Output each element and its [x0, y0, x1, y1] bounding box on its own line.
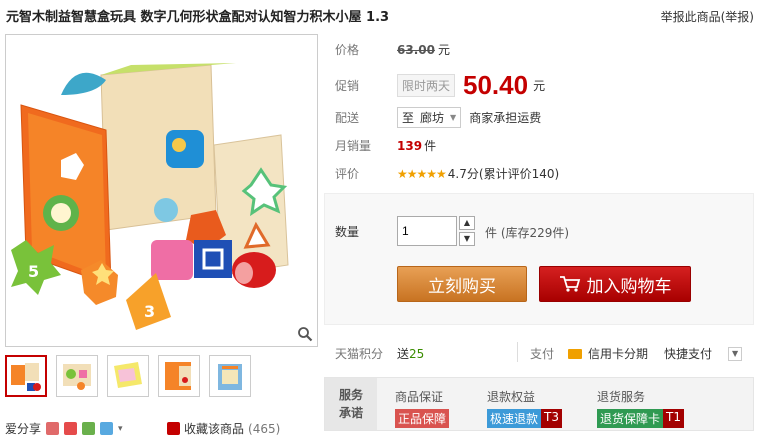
delivery-note: 商家承担运费: [469, 111, 542, 125]
thumbnail-image: [114, 362, 142, 388]
favorite-link[interactable]: 收藏该商品 (465): [167, 420, 280, 436]
promo-tag: 限时两天: [397, 74, 456, 97]
promo-price: 50.40: [463, 70, 529, 100]
favorite-label: 收藏该商品: [184, 422, 245, 436]
share-tsina-icon[interactable]: [64, 422, 78, 435]
stock-info: (库存229件): [500, 226, 570, 240]
quantity-decrease-button[interactable]: ▼: [459, 232, 475, 246]
points-prefix: 送: [397, 347, 410, 361]
points-value: 25: [409, 346, 425, 361]
promo-currency: 元: [533, 79, 546, 93]
favorite-icon: [167, 422, 180, 435]
points-row: 天猫积分 送 25: [335, 345, 424, 362]
delivery-location: 廊坊: [420, 111, 445, 125]
thumbnail-3[interactable]: [107, 355, 149, 397]
service-tag: 正品保障: [395, 409, 450, 428]
favorite-count: (465): [248, 421, 281, 436]
service-item-return[interactable]: 退货服务 退货保障卡 T1: [597, 388, 684, 428]
price-currency: 元: [437, 43, 450, 57]
service-heading-line2: 承诺: [338, 406, 363, 420]
rating-label: 评价: [335, 167, 360, 181]
purchase-panel: 数量 ▲ ▼ 件 (库存229件) 立刻购买 加入购物车: [324, 193, 754, 325]
divider: [517, 342, 518, 362]
thumbnail-1[interactable]: [5, 355, 47, 397]
zoom-icon[interactable]: [296, 325, 314, 343]
thumbnail-strip: [5, 355, 251, 397]
share-label: 爱分享: [5, 422, 42, 436]
payment-expand-icon[interactable]: ▼: [728, 346, 743, 361]
quantity-unit-stock: 件 (库存229件): [485, 224, 569, 241]
cart-icon: [559, 276, 580, 292]
payment-label: 支付: [530, 347, 555, 361]
share-weibo-icon[interactable]: [46, 422, 60, 435]
location-select[interactable]: 至 廊坊 ▼: [397, 107, 462, 128]
promo-label: 促销: [335, 79, 360, 93]
service-item-guarantee[interactable]: 商品保证 正品保障: [395, 388, 450, 428]
thumbnail-image: [218, 364, 242, 390]
service-heading: 服务 承诺: [325, 378, 377, 430]
share-qq-icon[interactable]: [100, 422, 114, 435]
thumbnail-image: [63, 364, 91, 390]
delivery-label: 配送: [335, 111, 360, 125]
thumbnail-5[interactable]: [209, 355, 251, 397]
buy-now-button[interactable]: 立刻购买: [397, 266, 527, 302]
thumbnail-image: [165, 362, 191, 390]
rating-summary[interactable]: (累计评价140): [479, 165, 559, 182]
quantity-input[interactable]: [397, 216, 457, 246]
thumbnail-image: [11, 363, 41, 391]
product-illustration: 5 3: [6, 35, 317, 346]
product-main-image[interactable]: 5 3: [5, 34, 318, 347]
add-to-cart-button[interactable]: 加入购物车: [539, 266, 691, 302]
monthly-sales-unit: 件: [424, 139, 437, 153]
thumbnail-2[interactable]: [56, 355, 98, 397]
monthly-sales-label: 月销量: [335, 139, 372, 153]
delivery-to: 至: [402, 111, 415, 125]
quantity-increase-button[interactable]: ▲: [459, 216, 475, 230]
report-link[interactable]: 举报此商品(举报): [661, 8, 754, 25]
service-title: 商品保证: [395, 390, 444, 404]
svg-text:3: 3: [144, 302, 155, 321]
service-panel: 服务 承诺 商品保证 正品保障 退款权益 极速退款 T3 退货服务 退货保障卡 …: [324, 377, 754, 431]
service-title: 退款权益: [487, 390, 536, 404]
add-to-cart-label: 加入购物车: [586, 276, 672, 297]
payment-row: 支付 信用卡分期 快捷支付 ▼: [530, 345, 743, 362]
service-tag-level: T1: [663, 409, 684, 428]
service-tag: 极速退款: [487, 409, 542, 428]
service-title: 退货服务: [597, 390, 646, 404]
price-label: 价格: [335, 43, 360, 57]
promo-row: 促销 限时两天 50.40 元: [335, 70, 545, 101]
svg-text:5: 5: [28, 262, 39, 281]
monthly-sales-value: 139: [397, 138, 423, 153]
price-row: 价格 63.00 元: [335, 41, 450, 58]
rating-stars: ★★★★★: [397, 166, 447, 181]
product-title: 元智木制益智慧盒玩具 数字几何形状盒配对认知智力积木小屋 1.3: [6, 10, 390, 25]
monthly-sales-row: 月销量 139 件: [335, 137, 436, 154]
payment-option-quickpay[interactable]: 快捷支付: [664, 345, 712, 362]
credit-card-icon: [568, 348, 583, 359]
quantity-label: 数量: [335, 225, 360, 239]
rating-score: 4.7分: [447, 167, 479, 181]
share-bar: 爱分享 ▾: [5, 420, 123, 436]
service-tag-level: T3: [541, 409, 562, 428]
payment-option-installment[interactable]: 信用卡分期: [588, 345, 648, 362]
service-item-refund[interactable]: 退款权益 极速退款 T3: [487, 388, 562, 428]
chevron-down-icon: ▼: [450, 113, 457, 122]
original-price: 63.00: [397, 42, 435, 57]
share-qzone-icon[interactable]: [82, 422, 96, 435]
delivery-row: 配送 至 廊坊 ▼ 商家承担运费: [335, 107, 541, 128]
thumbnail-4[interactable]: [158, 355, 200, 397]
service-heading-line1: 服务: [338, 388, 363, 402]
service-tag: 退货保障卡: [597, 409, 664, 428]
points-label: 天猫积分: [335, 347, 384, 361]
share-more-icon[interactable]: ▾: [118, 424, 123, 434]
quantity-unit: 件: [485, 226, 498, 240]
rating-row: 评价 ★★★★★ 4.7分 (累计评价140): [335, 165, 559, 182]
